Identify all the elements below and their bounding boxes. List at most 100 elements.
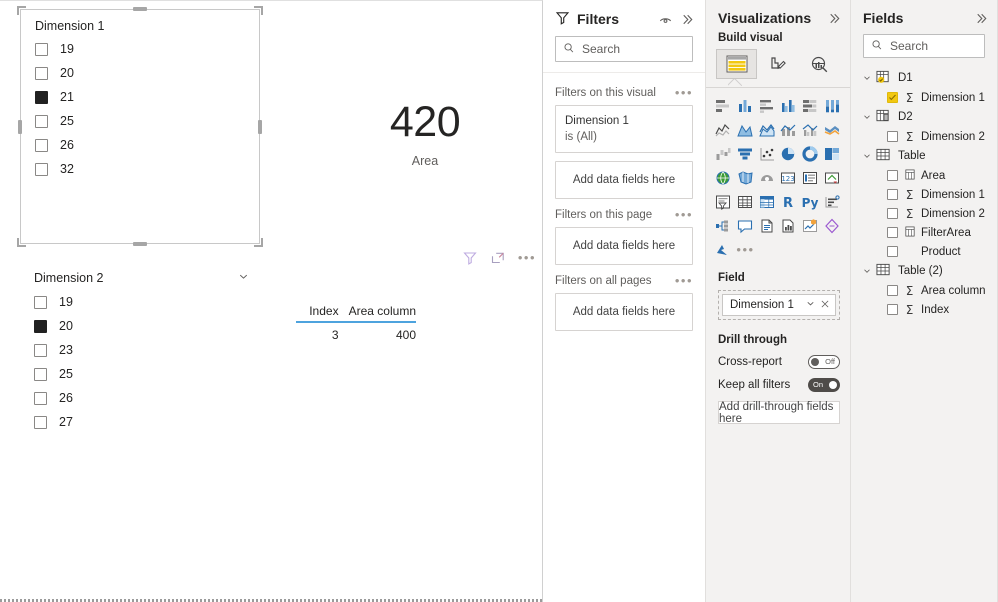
treemap-icon[interactable] <box>822 143 842 164</box>
slicer-item[interactable]: 26 <box>34 386 260 410</box>
slicer-item[interactable]: 19 <box>34 290 260 314</box>
power-apps-icon[interactable] <box>801 215 821 236</box>
chevron-expanded-icon[interactable] <box>861 112 872 122</box>
fields-table-d1[interactable]: D1 <box>861 68 997 88</box>
filter-icon[interactable] <box>462 250 478 266</box>
card-icon[interactable]: 123 <box>779 167 799 188</box>
slicer-checkbox[interactable] <box>34 367 47 381</box>
field-checkbox[interactable] <box>887 208 898 219</box>
field-item[interactable]: Σ Area column <box>861 281 997 300</box>
slicer-item[interactable]: 19 <box>35 37 259 61</box>
resize-handle-bottom-left[interactable] <box>17 238 26 247</box>
slicer-item[interactable]: 20 <box>34 314 260 338</box>
chevron-down-icon[interactable] <box>805 298 816 312</box>
tab-analytics[interactable] <box>799 49 840 79</box>
field-checkbox[interactable] <box>887 131 898 142</box>
more-options-icon[interactable]: ••• <box>675 274 693 287</box>
area-chart-icon[interactable] <box>736 119 756 140</box>
slicer-checkbox[interactable] <box>34 343 47 357</box>
multi-row-card-icon[interactable] <box>801 167 821 188</box>
slicer-checkbox[interactable] <box>34 295 47 309</box>
field-checkbox[interactable] <box>887 304 898 315</box>
arcgis-map-icon[interactable] <box>757 167 777 188</box>
azure-map-icon[interactable] <box>714 239 734 260</box>
tab-build-visual[interactable] <box>716 49 757 79</box>
field-dropzone[interactable]: Dimension 1 <box>718 290 840 320</box>
slicer-dimension-1-container[interactable]: Dimension 1 19 20 21 25 26 32 <box>17 6 263 247</box>
slicer-checkbox[interactable] <box>34 415 47 429</box>
field-item[interactable]: Σ Dimension 1 <box>861 185 997 204</box>
filters-search-input[interactable]: Search <box>555 36 693 62</box>
line-clustered-column-chart-icon[interactable] <box>801 119 821 140</box>
resize-handle-left[interactable] <box>18 119 22 134</box>
stacked-bar-chart-icon[interactable] <box>714 95 734 116</box>
waterfall-chart-icon[interactable] <box>714 143 734 164</box>
field-item[interactable]: Σ Dimension 2 <box>861 127 997 146</box>
more-options-icon[interactable]: ••• <box>518 251 536 264</box>
table-column-header[interactable]: Index <box>296 304 338 318</box>
filter-card[interactable]: Dimension 1 is (All) <box>555 105 693 153</box>
collapse-pane-icon[interactable] <box>827 11 842 26</box>
field-checkbox[interactable] <box>887 170 898 181</box>
kpi-icon[interactable] <box>822 167 842 188</box>
line-chart-icon[interactable] <box>714 119 734 140</box>
slicer-checkbox[interactable] <box>35 138 48 152</box>
fields-table-d2[interactable]: D2 <box>861 107 997 127</box>
field-item[interactable]: Σ Dimension 2 <box>861 204 997 223</box>
field-checkbox-checked[interactable] <box>887 92 898 103</box>
fields-table-table-2[interactable]: Table (2) <box>861 261 997 281</box>
field-item[interactable]: Σ Dimension 1 <box>861 88 997 107</box>
collapse-pane-icon[interactable] <box>680 12 695 27</box>
chevron-expanded-icon[interactable] <box>861 151 872 161</box>
resize-handle-top-right[interactable] <box>254 6 263 15</box>
chevron-down-icon[interactable] <box>237 270 250 286</box>
more-visuals-icon[interactable]: ••• <box>736 239 756 260</box>
slicer-item[interactable]: 26 <box>35 133 259 157</box>
slicer-checkbox[interactable] <box>35 114 48 128</box>
qa-visual-icon[interactable] <box>736 215 756 236</box>
visualizations-tab-strip[interactable] <box>706 49 850 79</box>
field-item[interactable]: Area <box>861 166 997 185</box>
slicer-checkbox[interactable] <box>35 66 48 80</box>
table-row[interactable]: 3 400 <box>296 323 416 342</box>
collapse-pane-icon[interactable] <box>974 11 989 26</box>
visual-header-actions[interactable]: ••• <box>462 250 536 266</box>
donut-chart-icon[interactable] <box>801 143 821 164</box>
resize-handle-top-left[interactable] <box>17 6 26 15</box>
field-chip[interactable]: Dimension 1 <box>722 294 836 316</box>
field-checkbox[interactable] <box>887 246 898 257</box>
100-stacked-column-chart-icon[interactable] <box>822 95 842 116</box>
chevron-expanded-icon[interactable] <box>861 266 872 276</box>
slicer-dimension-1[interactable]: Dimension 1 19 20 21 25 26 32 <box>20 9 260 244</box>
visual-type-gallery[interactable]: 123 R Py ••• <box>706 88 850 264</box>
more-options-icon[interactable]: ••• <box>675 208 693 221</box>
py-visual-icon[interactable]: Py <box>801 191 821 212</box>
100-stacked-bar-chart-icon[interactable] <box>801 95 821 116</box>
ribbon-chart-icon[interactable] <box>822 119 842 140</box>
slicer-item[interactable]: 21 <box>35 85 259 109</box>
slicer-item[interactable]: 20 <box>35 61 259 85</box>
decomposition-tree-icon[interactable] <box>714 215 734 236</box>
chevron-expanded-icon[interactable] <box>861 73 872 83</box>
slicer-icon[interactable] <box>714 191 734 212</box>
field-checkbox[interactable] <box>887 285 898 296</box>
eye-icon[interactable] <box>658 12 673 27</box>
slicer-checkbox[interactable] <box>34 391 47 405</box>
cross-report-toggle[interactable]: Off <box>808 355 840 369</box>
slicer-checkbox[interactable] <box>35 42 48 56</box>
table-column-header[interactable]: Area column <box>339 304 416 318</box>
fields-search-input[interactable]: Search <box>863 34 985 58</box>
slicer-2-header[interactable]: Dimension 2 <box>20 266 260 290</box>
field-item[interactable]: Product <box>861 242 997 261</box>
slicer-item[interactable]: 25 <box>34 362 260 386</box>
resize-handle-bottom-right[interactable] <box>254 238 263 247</box>
scatter-chart-icon[interactable] <box>757 143 777 164</box>
matrix-icon[interactable] <box>757 191 777 212</box>
resize-handle-right[interactable] <box>258 119 262 134</box>
pie-chart-icon[interactable] <box>779 143 799 164</box>
field-checkbox[interactable] <box>887 189 898 200</box>
paginated-report-icon[interactable] <box>779 215 799 236</box>
smart-narrative-icon[interactable] <box>757 215 777 236</box>
slicer-item[interactable]: 25 <box>35 109 259 133</box>
slicer-item[interactable]: 27 <box>34 410 260 434</box>
